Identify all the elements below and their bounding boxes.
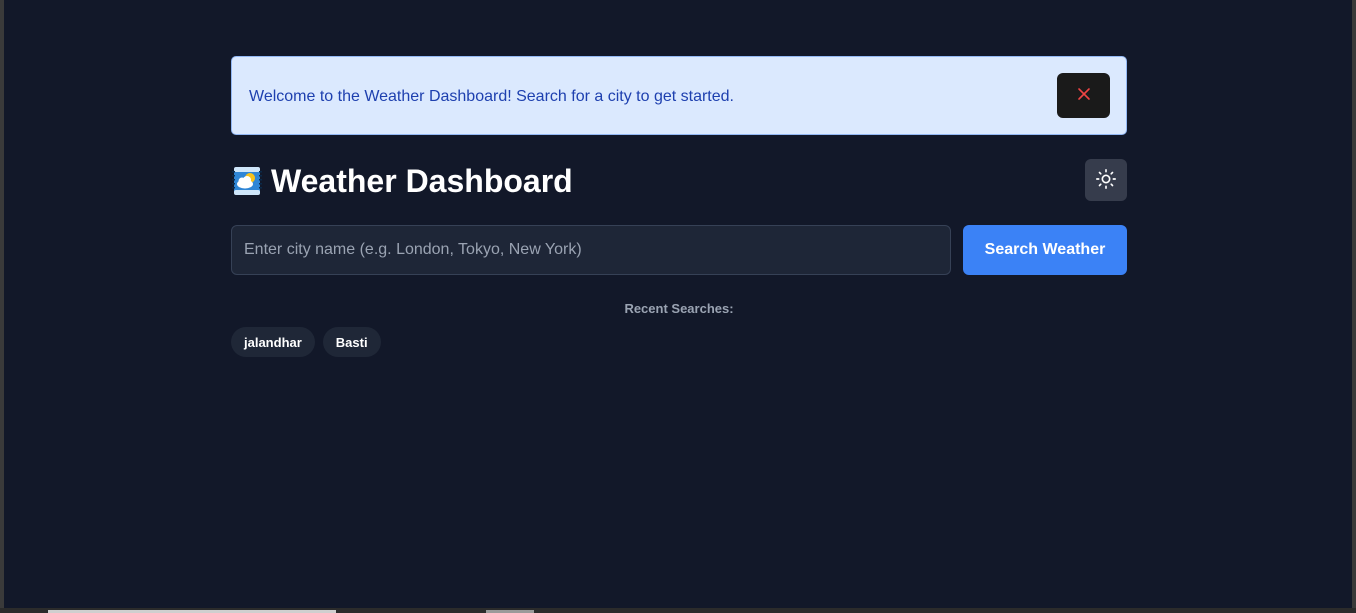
recent-searches-list: jalandhar Basti — [231, 327, 381, 357]
city-search-input[interactable] — [231, 225, 951, 275]
page-header: Weather Dashboard — [231, 158, 1127, 202]
search-weather-button[interactable]: Search Weather — [963, 225, 1127, 275]
theme-toggle-button[interactable] — [1085, 159, 1127, 201]
window-bottom-edge — [0, 608, 1356, 613]
recent-searches-label: Recent Searches: — [624, 301, 734, 316]
page-title: Weather Dashboard — [271, 163, 573, 199]
alert-close-button[interactable] — [1057, 73, 1110, 118]
welcome-alert: Welcome to the Weather Dashboard! Search… — [231, 56, 1127, 135]
sun-icon — [1095, 168, 1117, 193]
recent-search-chip[interactable]: Basti — [322, 327, 381, 357]
close-icon — [1077, 87, 1091, 104]
recent-search-chip[interactable]: jalandhar — [231, 327, 315, 357]
app-viewport: Welcome to the Weather Dashboard! Search… — [4, 0, 1352, 608]
alert-message: Welcome to the Weather Dashboard! Search… — [249, 88, 734, 105]
weather-app-icon — [231, 165, 263, 197]
